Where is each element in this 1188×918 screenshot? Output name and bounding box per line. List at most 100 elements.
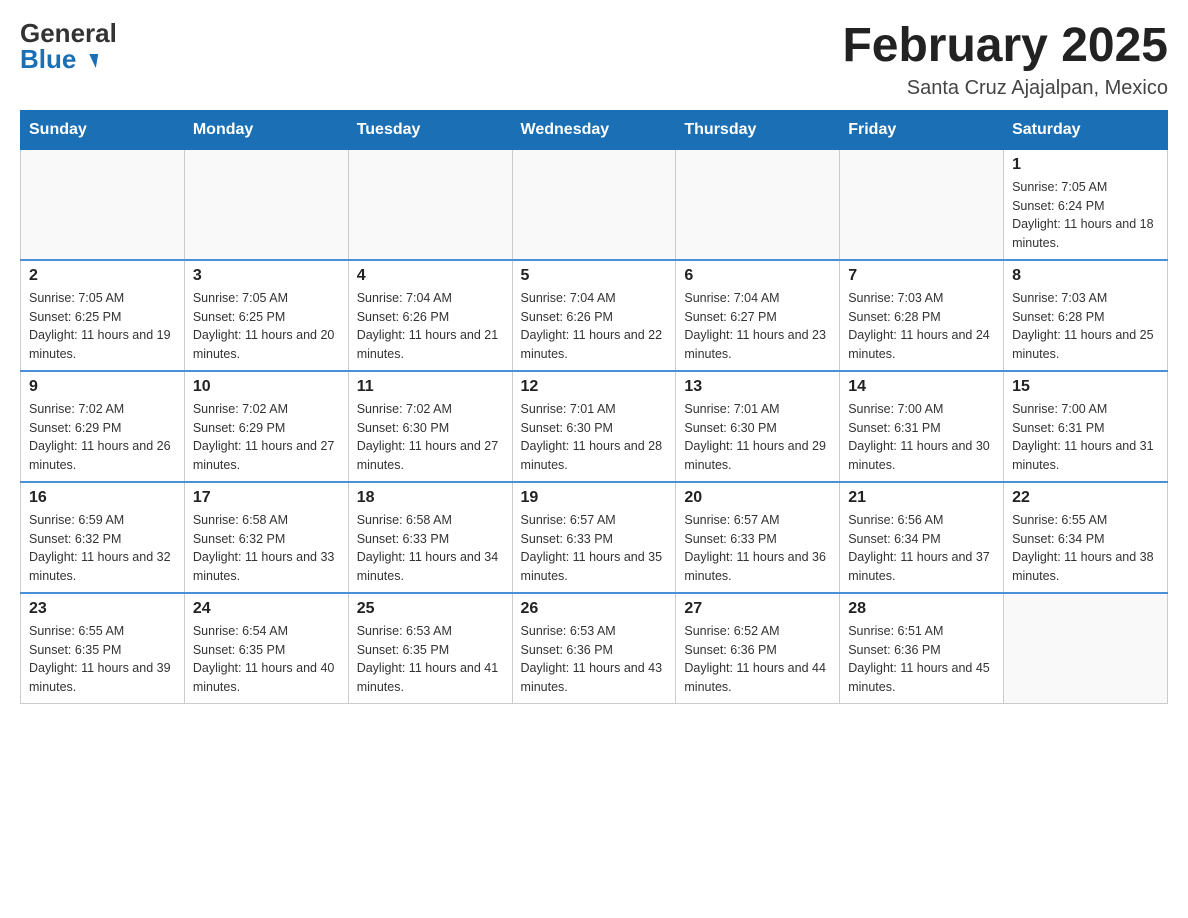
- page-header: General Blue February 2025 Santa Cruz Aj…: [20, 20, 1168, 100]
- logo-arrow-icon: [86, 54, 97, 68]
- day-info: Sunrise: 7:04 AMSunset: 6:26 PMDaylight:…: [357, 289, 504, 364]
- day-number: 15: [1012, 378, 1159, 396]
- day-number: 22: [1012, 489, 1159, 507]
- calendar-day-cell: 5 Sunrise: 7:04 AMSunset: 6:26 PMDaylight…: [512, 260, 676, 371]
- calendar-day-cell: 22 Sunrise: 6:55 AMSunset: 6:34 PMDayligh…: [1004, 482, 1168, 593]
- day-number: 1: [1012, 156, 1159, 174]
- calendar-day-cell: 19 Sunrise: 6:57 AMSunset: 6:33 PMDayligh…: [512, 482, 676, 593]
- day-number: 17: [193, 489, 340, 507]
- location-subtitle: Santa Cruz Ajajalpan, Mexico: [842, 77, 1168, 100]
- col-monday: Monday: [184, 110, 348, 149]
- title-section: February 2025 Santa Cruz Ajajalpan, Mexi…: [842, 20, 1168, 100]
- col-thursday: Thursday: [676, 110, 840, 149]
- month-year-title: February 2025: [842, 20, 1168, 73]
- day-number: 19: [521, 489, 668, 507]
- calendar-week-row: 9Sunrise: 7:02 AMSunset: 6:29 PMDaylight…: [21, 371, 1168, 482]
- calendar-header-row: Sunday Monday Tuesday Wednesday Thursday…: [21, 110, 1168, 149]
- col-tuesday: Tuesday: [348, 110, 512, 149]
- day-info: Sunrise: 6:57 AMSunset: 6:33 PMDaylight:…: [684, 511, 831, 586]
- day-info: Sunrise: 7:02 AMSunset: 6:30 PMDaylight:…: [357, 400, 504, 475]
- day-number: 18: [357, 489, 504, 507]
- calendar-day-cell: 11Sunrise: 7:02 AMSunset: 6:30 PMDayligh…: [348, 371, 512, 482]
- day-info: Sunrise: 7:03 AMSunset: 6:28 PMDaylight:…: [848, 289, 995, 364]
- calendar-day-cell: 3Sunrise: 7:05 AMSunset: 6:25 PMDaylight…: [184, 260, 348, 371]
- day-info: Sunrise: 7:03 AMSunset: 6:28 PMDaylight:…: [1012, 289, 1159, 364]
- day-info: Sunrise: 6:53 AMSunset: 6:35 PMDaylight:…: [357, 622, 504, 697]
- day-number: 14: [848, 378, 995, 396]
- calendar-week-row: 16 Sunrise: 6:59 AMSunset: 6:32 PMDayligh…: [21, 482, 1168, 593]
- day-number: 10: [193, 378, 340, 396]
- day-info: Sunrise: 6:55 AMSunset: 6:35 PMDaylight:…: [29, 622, 176, 697]
- day-number: 13: [684, 378, 831, 396]
- calendar-day-cell: 24 Sunrise: 6:54 AMSunset: 6:35 PMDayligh…: [184, 593, 348, 704]
- logo: General Blue: [20, 20, 117, 72]
- calendar-day-cell: 9Sunrise: 7:02 AMSunset: 6:29 PMDaylight…: [21, 371, 185, 482]
- day-number: 12: [521, 378, 668, 396]
- col-friday: Friday: [840, 110, 1004, 149]
- day-number: 23: [29, 600, 176, 618]
- day-number: 20: [684, 489, 831, 507]
- calendar-day-cell: 27 Sunrise: 6:52 AMSunset: 6:36 PMDayligh…: [676, 593, 840, 704]
- calendar-day-cell: [840, 149, 1004, 260]
- day-number: 16: [29, 489, 176, 507]
- calendar-day-cell: 18 Sunrise: 6:58 AMSunset: 6:33 PMDayligh…: [348, 482, 512, 593]
- calendar-day-cell: 16 Sunrise: 6:59 AMSunset: 6:32 PMDayligh…: [21, 482, 185, 593]
- calendar-day-cell: 26 Sunrise: 6:53 AMSunset: 6:36 PMDayligh…: [512, 593, 676, 704]
- calendar-day-cell: 28 Sunrise: 6:51 AMSunset: 6:36 PMDayligh…: [840, 593, 1004, 704]
- day-info: Sunrise: 6:56 AMSunset: 6:34 PMDaylight:…: [848, 511, 995, 586]
- day-number: 4: [357, 267, 504, 285]
- logo-general: General: [20, 20, 117, 46]
- calendar-day-cell: 25 Sunrise: 6:53 AMSunset: 6:35 PMDayligh…: [348, 593, 512, 704]
- day-info: Sunrise: 6:55 AMSunset: 6:34 PMDaylight:…: [1012, 511, 1159, 586]
- calendar-week-row: 1 Sunrise: 7:05 AMSunset: 6:24 PMDaylight…: [21, 149, 1168, 260]
- logo-blue: Blue: [20, 46, 117, 72]
- day-info: Sunrise: 6:52 AMSunset: 6:36 PMDaylight:…: [684, 622, 831, 697]
- day-number: 24: [193, 600, 340, 618]
- calendar-day-cell: [21, 149, 185, 260]
- day-info: Sunrise: 7:01 AMSunset: 6:30 PMDaylight:…: [684, 400, 831, 475]
- calendar-day-cell: 10Sunrise: 7:02 AMSunset: 6:29 PMDayligh…: [184, 371, 348, 482]
- calendar-day-cell: 4 Sunrise: 7:04 AMSunset: 6:26 PMDaylight…: [348, 260, 512, 371]
- day-number: 27: [684, 600, 831, 618]
- calendar-day-cell: 12 Sunrise: 7:01 AMSunset: 6:30 PMDayligh…: [512, 371, 676, 482]
- col-sunday: Sunday: [21, 110, 185, 149]
- calendar-day-cell: [676, 149, 840, 260]
- calendar-day-cell: 20 Sunrise: 6:57 AMSunset: 6:33 PMDayligh…: [676, 482, 840, 593]
- calendar-table: Sunday Monday Tuesday Wednesday Thursday…: [20, 110, 1168, 704]
- day-number: 28: [848, 600, 995, 618]
- calendar-day-cell: 8 Sunrise: 7:03 AMSunset: 6:28 PMDaylight…: [1004, 260, 1168, 371]
- day-info: Sunrise: 7:04 AMSunset: 6:26 PMDaylight:…: [521, 289, 668, 364]
- day-number: 21: [848, 489, 995, 507]
- day-number: 7: [848, 267, 995, 285]
- day-number: 5: [521, 267, 668, 285]
- day-info: Sunrise: 6:58 AMSunset: 6:33 PMDaylight:…: [357, 511, 504, 586]
- calendar-day-cell: 1 Sunrise: 7:05 AMSunset: 6:24 PMDaylight…: [1004, 149, 1168, 260]
- calendar-day-cell: 6Sunrise: 7:04 AMSunset: 6:27 PMDaylight…: [676, 260, 840, 371]
- calendar-day-cell: [512, 149, 676, 260]
- day-info: Sunrise: 6:53 AMSunset: 6:36 PMDaylight:…: [521, 622, 668, 697]
- calendar-day-cell: [1004, 593, 1168, 704]
- day-info: Sunrise: 6:58 AMSunset: 6:32 PMDaylight:…: [193, 511, 340, 586]
- calendar-day-cell: [348, 149, 512, 260]
- day-number: 25: [357, 600, 504, 618]
- calendar-day-cell: 2Sunrise: 7:05 AMSunset: 6:25 PMDaylight…: [21, 260, 185, 371]
- day-info: Sunrise: 7:00 AMSunset: 6:31 PMDaylight:…: [1012, 400, 1159, 475]
- day-info: Sunrise: 7:05 AMSunset: 6:24 PMDaylight:…: [1012, 178, 1159, 253]
- day-number: 8: [1012, 267, 1159, 285]
- day-info: Sunrise: 6:57 AMSunset: 6:33 PMDaylight:…: [521, 511, 668, 586]
- calendar-day-cell: 14Sunrise: 7:00 AMSunset: 6:31 PMDayligh…: [840, 371, 1004, 482]
- day-number: 26: [521, 600, 668, 618]
- day-number: 3: [193, 267, 340, 285]
- calendar-day-cell: 13 Sunrise: 7:01 AMSunset: 6:30 PMDayligh…: [676, 371, 840, 482]
- day-info: Sunrise: 6:51 AMSunset: 6:36 PMDaylight:…: [848, 622, 995, 697]
- day-info: Sunrise: 6:54 AMSunset: 6:35 PMDaylight:…: [193, 622, 340, 697]
- day-number: 2: [29, 267, 176, 285]
- calendar-week-row: 23 Sunrise: 6:55 AMSunset: 6:35 PMDayligh…: [21, 593, 1168, 704]
- calendar-day-cell: 7 Sunrise: 7:03 AMSunset: 6:28 PMDaylight…: [840, 260, 1004, 371]
- day-info: Sunrise: 7:01 AMSunset: 6:30 PMDaylight:…: [521, 400, 668, 475]
- calendar-day-cell: [184, 149, 348, 260]
- calendar-day-cell: 23 Sunrise: 6:55 AMSunset: 6:35 PMDayligh…: [21, 593, 185, 704]
- col-saturday: Saturday: [1004, 110, 1168, 149]
- calendar-day-cell: 21 Sunrise: 6:56 AMSunset: 6:34 PMDayligh…: [840, 482, 1004, 593]
- day-info: Sunrise: 6:59 AMSunset: 6:32 PMDaylight:…: [29, 511, 176, 586]
